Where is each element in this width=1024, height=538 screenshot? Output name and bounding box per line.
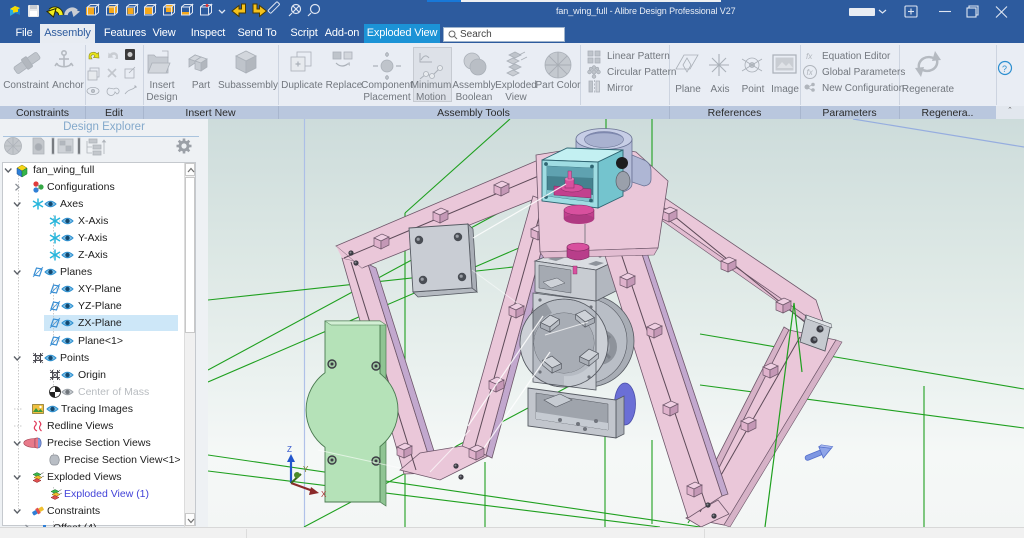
svg-text:Y: Y xyxy=(303,465,309,474)
svg-text:fx: fx xyxy=(807,68,814,77)
svg-text:X: X xyxy=(321,490,327,499)
svg-text:fx: fx xyxy=(806,52,813,61)
svg-text:?: ? xyxy=(1002,64,1007,74)
svg-text:Z: Z xyxy=(287,445,292,454)
